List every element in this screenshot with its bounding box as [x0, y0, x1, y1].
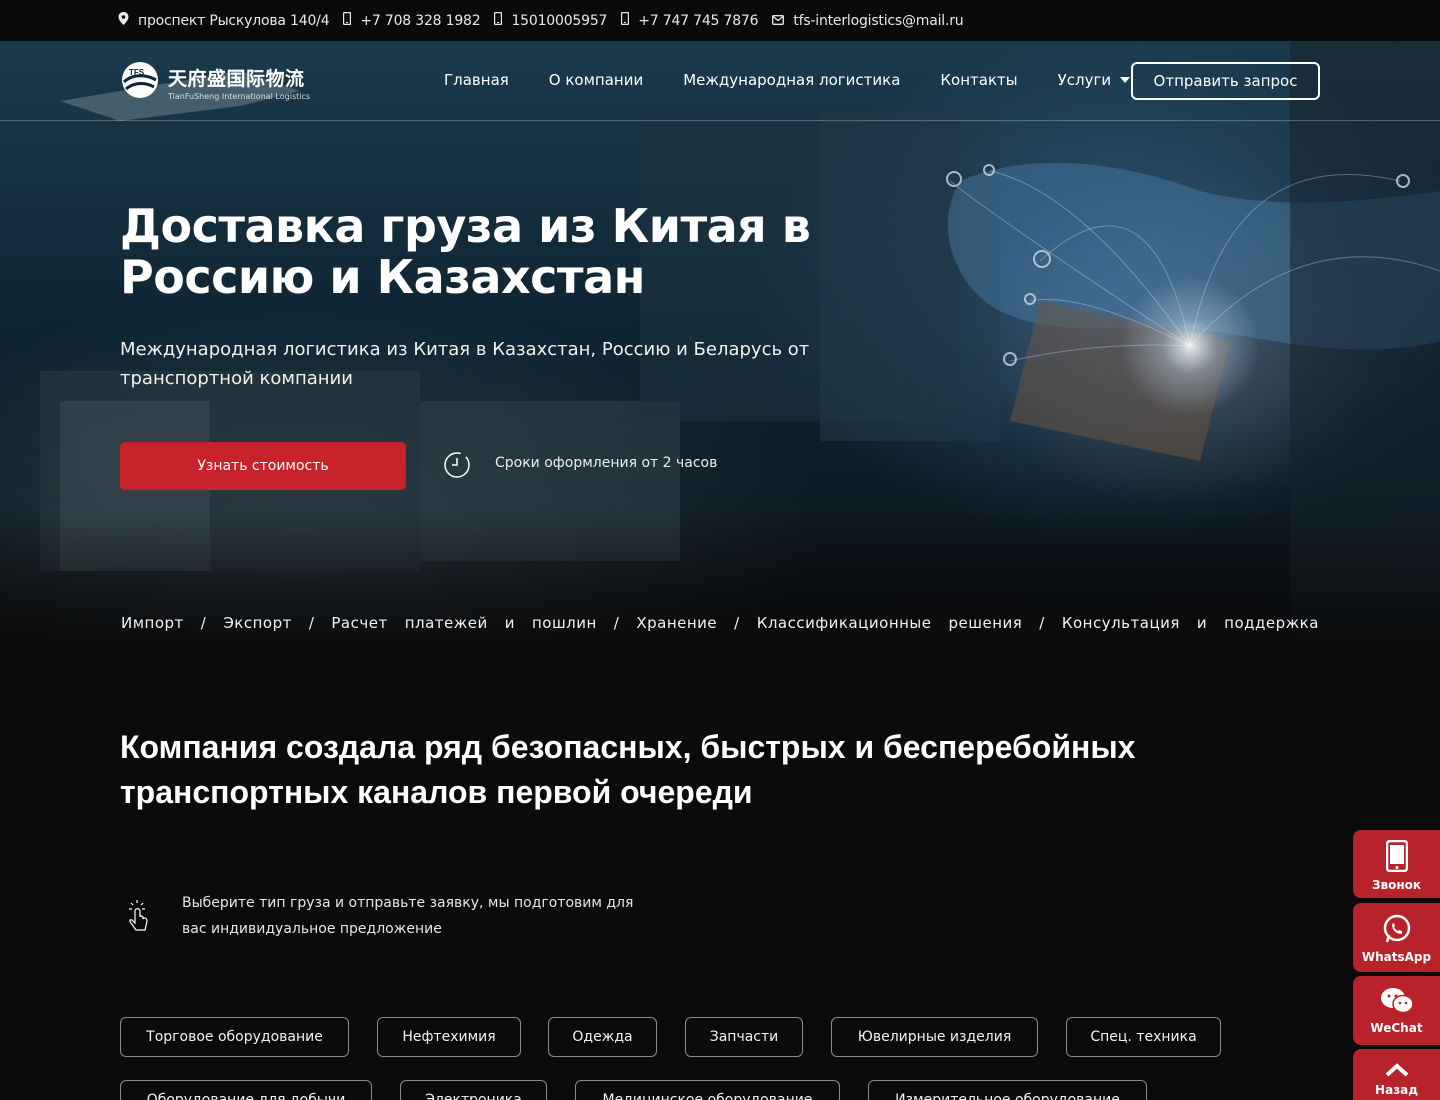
chip-special-machinery[interactable]: Спец. техника [1066, 1017, 1221, 1057]
mobile-phone-icon [494, 11, 503, 29]
chip-measuring-equipment[interactable]: Измерительное оборудование [868, 1080, 1147, 1100]
wechat-widget[interactable]: WeChat [1353, 976, 1440, 1045]
nav-item-about[interactable]: О компании [549, 71, 643, 89]
service-word[interactable]: решения [949, 614, 1023, 632]
main-navigation: TFS 天府盛国际物流 TianFuSheng International Lo… [0, 41, 1440, 121]
separator: / [308, 614, 315, 632]
cargo-hint-text: Выберите тип груза и отправьте заявку, м… [182, 895, 634, 937]
wechat-widget-label: WeChat [1370, 1021, 1423, 1035]
nav-item-logistics[interactable]: Международная логистика [683, 71, 900, 89]
service-word[interactable]: поддержка [1224, 614, 1319, 632]
whatsapp-icon [1382, 914, 1412, 947]
service-word[interactable]: и [1197, 614, 1207, 632]
nav-item-home[interactable]: Главная [444, 71, 509, 89]
email-text: tfs-interlogistics@mail.ru [793, 12, 964, 29]
whatsapp-widget[interactable]: WhatsApp [1353, 903, 1440, 972]
service-word[interactable]: платежей [405, 614, 488, 632]
hand-pointer-icon [127, 899, 151, 937]
phone3-item[interactable]: +7 747 745 7876 [621, 11, 759, 29]
whatsapp-widget-label: WhatsApp [1361, 950, 1432, 964]
service-word[interactable]: Импорт [121, 614, 184, 632]
service-word[interactable]: Экспорт [223, 614, 292, 632]
address-item[interactable]: проспект Рыскулова 140/4 [118, 12, 330, 29]
phone1-text: +7 708 328 1982 [360, 12, 481, 29]
logo-english-name: TianFuSheng International Logistics [168, 91, 311, 101]
chip-clothing[interactable]: Одежда [548, 1017, 657, 1057]
nav-menu: Главная О компании Международная логисти… [444, 71, 1170, 89]
nav-item-contacts[interactable]: Контакты [940, 71, 1017, 89]
service-word[interactable]: Классификационные [757, 614, 932, 632]
email-item[interactable]: tfs-interlogistics@mail.ru [772, 12, 964, 29]
chip-mining-equipment[interactable]: Оборудование для добычи [120, 1080, 372, 1100]
processing-time-text: Сроки оформления от 2 часов [495, 455, 718, 471]
logo-text: 天府盛国际物流 TianFuSheng International Logist… [168, 64, 310, 101]
top-contact-bar: проспект Рыскулова 140/4 +7 708 328 1982… [0, 0, 1440, 41]
section-title: Компания создала ряд безопасных, быстрых… [120, 729, 1136, 810]
clock-icon [443, 451, 471, 483]
service-word[interactable]: Расчет [331, 614, 387, 632]
phone3-text: +7 747 745 7876 [638, 12, 759, 29]
hero-section: TFS 天府盛国际物流 TianFuSheng International Lo… [0, 41, 1440, 660]
mobile-phone-icon [343, 11, 352, 29]
separator: / [734, 614, 740, 632]
services-list: Импорт / Экспорт / Расчет платежей и пош… [121, 614, 1319, 632]
chip-spare-parts[interactable]: Запчасти [685, 1017, 803, 1057]
phone-icon [1385, 839, 1408, 875]
separator: / [200, 614, 207, 632]
separator: / [613, 614, 620, 632]
service-word[interactable]: пошлин [532, 614, 597, 632]
chip-trade-equipment[interactable]: Торговое оборудование [120, 1017, 349, 1057]
chip-electronics[interactable]: Электроника [400, 1080, 547, 1100]
chip-medical-equipment[interactable]: Медицинское оборудование [575, 1080, 840, 1100]
logo-emblem-icon: TFS [120, 60, 160, 104]
address-text: проспект Рыскулова 140/4 [138, 12, 330, 29]
location-pin-icon [118, 12, 129, 29]
separator: / [1039, 614, 1045, 632]
wechat-icon [1380, 987, 1414, 1018]
mobile-phone-icon [621, 11, 630, 29]
hero-title: Доставка груза из Китая в Россию и Казах… [120, 199, 811, 304]
chevron-up-icon [1385, 1063, 1409, 1080]
service-word[interactable]: и [505, 614, 515, 632]
get-price-button[interactable]: Узнать стоимость [120, 442, 406, 490]
call-widget-label: Звонок [1371, 878, 1422, 892]
nav-item-services[interactable]: Услуги [1057, 71, 1131, 89]
phone2-text: 15010005957 [511, 12, 608, 29]
send-request-button[interactable]: Отправить запрос [1131, 62, 1320, 100]
service-word[interactable]: Хранение [636, 614, 717, 632]
chevron-down-icon [1120, 77, 1131, 83]
nav-item-services-label: Услуги [1057, 71, 1112, 89]
logo-chinese-name: 天府盛国际物流 [168, 67, 305, 90]
company-logo[interactable]: TFS 天府盛国际物流 TianFuSheng International Lo… [120, 60, 310, 104]
phone1-item[interactable]: +7 708 328 1982 [343, 11, 481, 29]
logo-badge-text: TFS [129, 68, 145, 77]
hero-subtitle: Международная логистика из Китая в Казах… [120, 339, 810, 389]
back-to-top-widget[interactable]: Назад [1353, 1049, 1440, 1100]
back-widget-label: Назад [1375, 1083, 1418, 1097]
chip-petrochemistry[interactable]: Нефтехимия [377, 1017, 521, 1057]
phone2-item[interactable]: 15010005957 [494, 11, 608, 29]
service-word[interactable]: Консультация [1062, 614, 1180, 632]
envelope-icon [772, 13, 785, 29]
call-widget[interactable]: Звонок [1353, 830, 1440, 898]
chip-jewelry[interactable]: Ювелирные изделия [831, 1017, 1038, 1057]
